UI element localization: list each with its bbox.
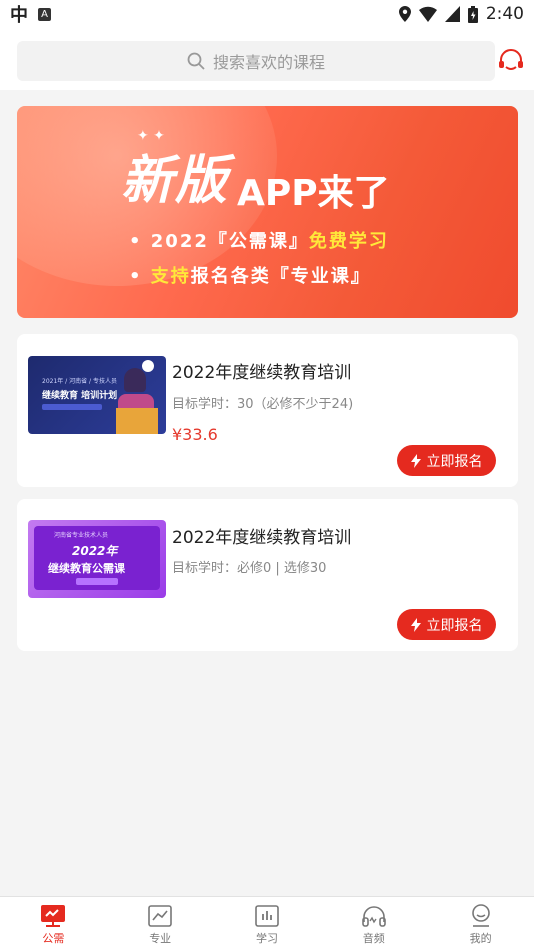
course-hours: 目标学时：30（必修不少于24): [172, 397, 354, 412]
banner-title-app: APP来了: [237, 173, 390, 214]
tab-mine[interactable]: 我的: [427, 897, 534, 951]
enroll-button[interactable]: 立即报名: [397, 609, 496, 640]
banner-line-2: • 支持报名各类『专业课』: [129, 266, 371, 287]
signal-icon: [444, 6, 460, 22]
wifi-icon: [418, 6, 437, 22]
public-course-icon: [41, 905, 66, 927]
tab-major[interactable]: 专业: [107, 897, 214, 951]
bottom-tab-bar: 公需 专业 学习 音频 我的: [0, 896, 534, 951]
location-icon: [398, 6, 411, 22]
enroll-button[interactable]: 立即报名: [397, 445, 496, 476]
tab-audio[interactable]: 音频: [320, 897, 427, 951]
status-bar: 中 A 2:40: [0, 0, 534, 28]
course-thumbnail: 河南省专业技术人员 2022年 继续教育公需课: [28, 520, 166, 598]
lightning-icon: [410, 453, 421, 468]
tab-public[interactable]: 公需: [0, 897, 107, 951]
banner-line-1: • 2022『公需课』免费学习: [129, 231, 389, 252]
course-title: 2022年度继续教育培训: [172, 363, 352, 383]
user-icon: [471, 904, 490, 927]
chart-icon: [148, 905, 172, 927]
course-hours: 目标学时：必修0 | 选修30: [172, 561, 327, 576]
headphones-icon: [361, 906, 386, 927]
header: 搜索喜欢的课程: [0, 28, 534, 90]
app-notification-icon: 中: [10, 5, 28, 26]
course-thumbnail: 2021年 / 河南省 / 专技人员 继续教育 培训计划: [28, 356, 166, 434]
search-icon: [187, 52, 205, 70]
notification-badge: A: [38, 7, 51, 21]
study-icon: [255, 905, 279, 927]
customer-service-icon[interactable]: [497, 48, 525, 76]
clock: 2:40: [485, 4, 524, 24]
banner-title-big: 新版: [121, 150, 230, 211]
search-input[interactable]: 搜索喜欢的课程: [17, 41, 495, 81]
course-title: 2022年度继续教育培训: [172, 528, 352, 548]
search-placeholder: 搜索喜欢的课程: [212, 53, 325, 72]
course-price: ¥33.6: [172, 425, 218, 444]
lightning-icon: [410, 617, 421, 632]
promo-banner[interactable]: ✦ ✦ 新版 APP来了 • 2022『公需课』免费学习 • 支持报名各类『专业…: [17, 106, 518, 318]
course-card[interactable]: 河南省专业技术人员 2022年 继续教育公需课 2022年度继续教育培训 目标学…: [17, 499, 518, 651]
tab-study[interactable]: 学习: [214, 897, 321, 951]
teacher-illustration: [124, 368, 146, 392]
battery-icon: [467, 5, 478, 23]
course-card[interactable]: 2021年 / 河南省 / 专技人员 继续教育 培训计划 2022年度继续教育培…: [17, 334, 518, 487]
